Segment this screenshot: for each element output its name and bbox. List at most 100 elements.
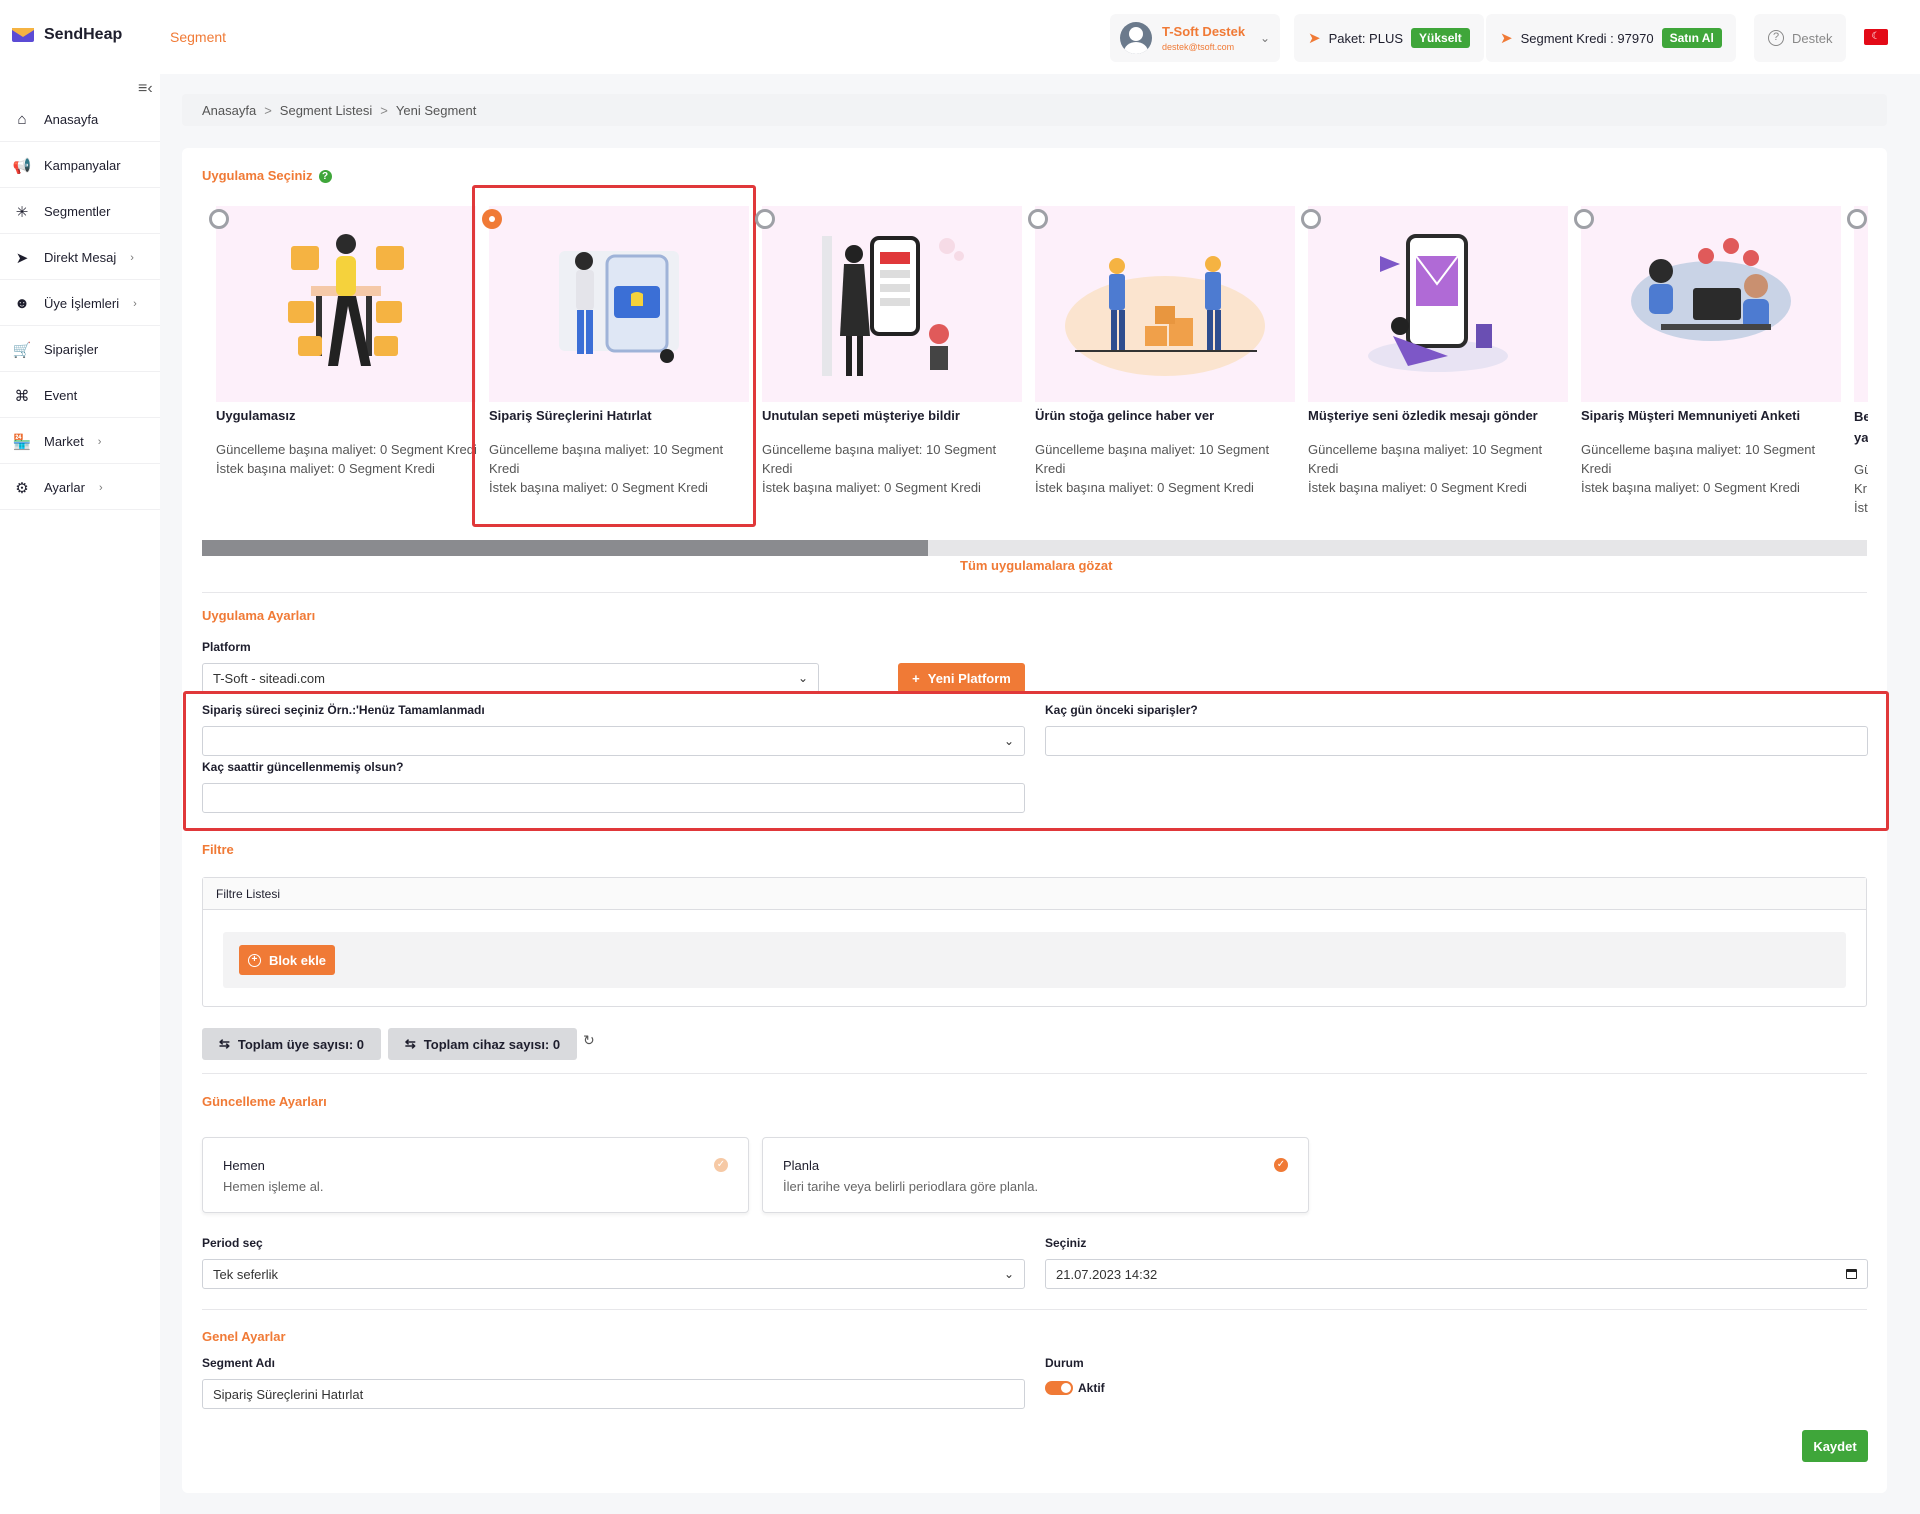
plus-icon: +	[912, 670, 920, 686]
period-select[interactable]: Tek seferlik ⌄	[202, 1259, 1025, 1289]
filter-block-area: + Blok ekle	[223, 932, 1846, 988]
app-radio-memnuniyet-anketi[interactable]	[1574, 209, 1594, 229]
sidebar-item-ayarlar[interactable]: ⚙ Ayarlar ›	[0, 466, 160, 510]
date-label: Seçiniz	[1045, 1236, 1087, 1250]
sidebar-item-kampanyalar[interactable]: 📢 Kampanyalar	[0, 144, 160, 188]
platform-select[interactable]: T-Soft - siteadi.com ⌄	[202, 663, 819, 693]
app-card-unutulan-sepet[interactable]: Unutulan sepeti müşteriye bildir Güncell…	[762, 206, 1027, 526]
app-illustration	[1854, 206, 1868, 402]
help-icon[interactable]: ?	[318, 170, 332, 183]
app-update-cost: Güncelleme başına maliyet: 10 Segment Kr…	[762, 442, 997, 476]
option-plan-subtitle: İleri tarihe veya belirli periodlara gör…	[783, 1179, 1039, 1194]
app-radio-seni-ozledik[interactable]	[1301, 209, 1321, 229]
breadcrumb-separator: >	[264, 102, 272, 118]
app-update-cost: Güncelleme başına maliyet: 0 Segment Kre…	[216, 442, 477, 457]
browse-all-apps-link[interactable]: Tüm uygulamalara gözat	[960, 558, 1112, 573]
sidebar-item-label: Direkt Mesaj	[44, 250, 117, 265]
sidebar-item-label: Üye İşlemleri	[44, 296, 120, 311]
update-settings-title: Güncelleme Ayarları	[202, 1094, 327, 1109]
total-devices-button[interactable]: ⇆ Toplam cihaz sayısı: 0	[388, 1028, 577, 1060]
plus-circle-icon: +	[247, 953, 261, 967]
brand-name: SendHeap	[44, 26, 123, 43]
calendar-icon[interactable]	[1846, 1269, 1857, 1279]
user-menu[interactable]: T-Soft Destek destek@tsoft.com ⌄	[1110, 14, 1280, 62]
refresh-icon[interactable]: ↻	[583, 1032, 595, 1049]
apps-horizontal-scrollbar[interactable]	[202, 540, 1867, 556]
app-illustration	[762, 206, 1022, 402]
chevron-down-icon[interactable]: ⌄	[1260, 31, 1270, 45]
app-title-line: Be	[1854, 409, 1868, 424]
sidebar-item-label: Segmentler	[44, 204, 111, 219]
new-platform-button[interactable]: + Yeni Platform	[898, 663, 1025, 693]
filter-title: Filtre	[202, 842, 234, 857]
option-now-title: Hemen	[223, 1158, 265, 1173]
period-value: Tek seferlik	[213, 1266, 279, 1282]
app-update-cost: Güncelleme başına maliyet: 10 Segment Kr…	[1308, 442, 1543, 476]
sidebar-item-direkt-mesaj[interactable]: ➤ Direkt Mesaj ›	[0, 236, 160, 280]
app-radio-partial[interactable]	[1847, 209, 1867, 229]
settings-highlight	[183, 691, 1889, 831]
buy-credit-button[interactable]: Satın Al	[1661, 28, 1722, 48]
app-radio-uygulamasiz[interactable]	[209, 209, 229, 229]
app-card-memnuniyet-anketi[interactable]: Sipariş Müşteri Memnuniyeti Anketi Günce…	[1581, 206, 1846, 526]
platform-label: Platform	[202, 640, 251, 654]
sidebar-item-market[interactable]: 🏪 Market ›	[0, 420, 160, 464]
status-value: Aktif	[1078, 1381, 1105, 1395]
add-block-button[interactable]: + Blok ekle	[239, 945, 335, 975]
support-button[interactable]: ? Destek	[1754, 14, 1847, 62]
megaphone-icon: 📢	[12, 157, 32, 175]
store-icon: 🏪	[12, 433, 32, 451]
app-request-cost: İstek başına maliyet: 0 Segment Kredi	[216, 461, 435, 476]
total-members-button[interactable]: ⇆ Toplam üye sayısı: 0	[202, 1028, 381, 1060]
general-settings-title: Genel Ayarlar	[202, 1329, 286, 1344]
swap-icon: ⇆	[218, 1036, 230, 1051]
app-card-partial[interactable]: Be ya Gü Kr İst	[1854, 206, 1868, 526]
send-icon: ➤	[15, 249, 29, 267]
page-tag: Segment	[170, 29, 227, 45]
sidebar-item-uye-islemleri[interactable]: ☻ Üye İşlemleri ›	[0, 282, 160, 326]
filter-list-panel: Filtre Listesi + Blok ekle	[202, 877, 1867, 1007]
app-radio-stok-bildirimi[interactable]	[1028, 209, 1048, 229]
rocket-icon: ➤	[1308, 30, 1321, 47]
filter-list-header: Filtre Listesi	[203, 878, 1866, 910]
menu-collapse-icon[interactable]: ≡‹	[138, 80, 153, 98]
segment-name-input[interactable]: Sipariş Süreçlerini Hatırlat	[202, 1379, 1025, 1409]
status-toggle[interactable]	[1045, 1381, 1073, 1395]
app-title: Be ya	[1854, 406, 1868, 448]
sidebar-item-siparisler[interactable]: 🛒 Siparişler	[0, 328, 160, 372]
breadcrumb-item[interactable]: Anasayfa	[202, 103, 256, 118]
brand[interactable]: SendHeap	[12, 26, 122, 44]
sidebar-item-anasayfa[interactable]: ⌂ Anasayfa	[0, 98, 160, 142]
app-title: Uygulamasız	[216, 408, 296, 423]
app-request-cost: İstek başına maliyet: 0 Segment Kredi	[762, 480, 981, 495]
avatar	[1120, 22, 1152, 54]
app-title-line: ya	[1854, 430, 1868, 445]
app-card-uygulamasiz[interactable]: Uygulamasız Güncelleme başına maliyet: 0…	[216, 206, 481, 526]
package-label: Paket: PLUS	[1328, 30, 1404, 46]
home-icon: ⌂	[17, 111, 27, 128]
app-settings-title: Uygulama Ayarları	[202, 608, 316, 623]
option-plan[interactable]: Planla İleri tarihe veya belirli periodl…	[762, 1137, 1309, 1213]
breadcrumb-item[interactable]: Segment Listesi	[280, 103, 373, 118]
app-title: Sipariş Müşteri Memnuniyeti Anketi	[1581, 408, 1801, 423]
segment-name-label: Segment Adı	[202, 1356, 275, 1370]
app-request-cost: İstek başına maliyet: 0 Segment Kredi	[1581, 480, 1800, 495]
sidebar-item-segmentler[interactable]: ✳ Segmentler	[0, 190, 160, 234]
scrollbar-thumb[interactable]	[202, 540, 928, 556]
sidebar-item-label: Event	[44, 388, 78, 403]
date-input[interactable]: 21.07.2023 14:32	[1045, 1259, 1868, 1289]
rocket-icon: ➤	[1500, 30, 1513, 47]
app-card-seni-ozledik[interactable]: Müşteriye seni özledik mesajı gönder Gün…	[1308, 206, 1573, 526]
app-card-stok-bildirimi[interactable]: Ürün stoğa gelince haber ver Güncelleme …	[1035, 206, 1300, 526]
help-circle-icon: ?	[1768, 30, 1784, 46]
option-now[interactable]: Hemen Hemen işleme al. ✓	[202, 1137, 749, 1213]
save-button[interactable]: Kaydet	[1802, 1430, 1868, 1462]
chevron-right-icon: ›	[98, 481, 103, 494]
app-illustration	[1308, 206, 1568, 402]
platform-value: T-Soft - siteadi.com	[213, 670, 325, 686]
network-icon: ✳	[15, 203, 29, 221]
upgrade-button[interactable]: Yükselt	[1411, 28, 1470, 48]
sidebar-item-event[interactable]: ⌘ Event	[0, 374, 160, 418]
app-radio-unutulan-sepet[interactable]	[755, 209, 775, 229]
turkish-flag-icon[interactable]: ☾	[1864, 29, 1888, 45]
